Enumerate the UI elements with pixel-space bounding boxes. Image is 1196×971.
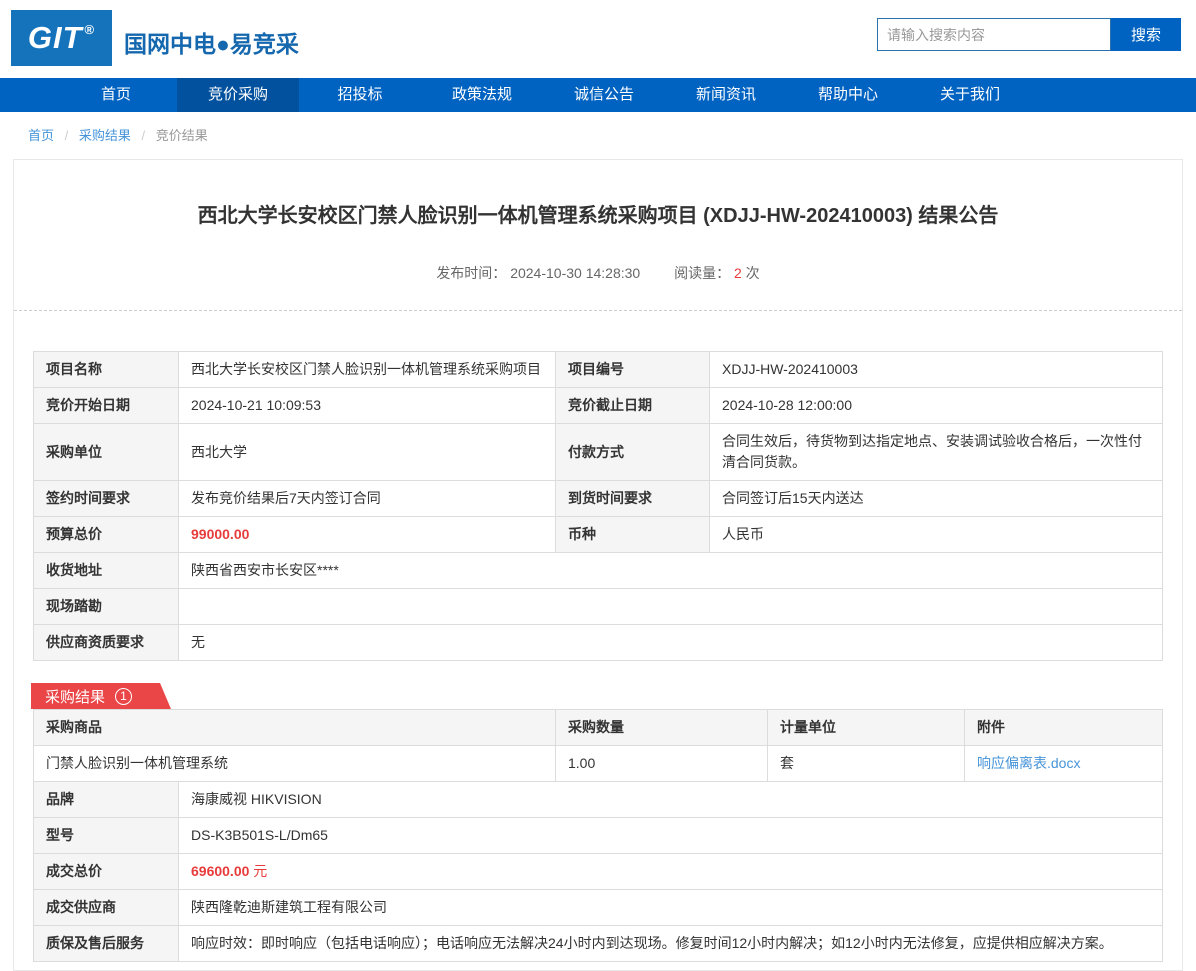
main-nav: 首页 竞价采购 招投标 政策法规 诚信公告 新闻资讯 帮助中心 关于我们 — [0, 78, 1196, 112]
table-row: 型号 DS-K3B501S-L/Dm65 — [34, 818, 1163, 854]
nav-item-about-us[interactable]: 关于我们 — [909, 78, 1031, 112]
info-label: 竞价开始日期 — [34, 388, 179, 424]
view-count-value: 2 — [734, 265, 742, 281]
table-row: 成交供应商 陕西隆乾迪斯建筑工程有限公司 — [34, 890, 1163, 926]
info-value: 海康威视 HIKVISION — [179, 782, 1163, 818]
info-label: 现场踏勘 — [34, 589, 179, 625]
info-label: 成交总价 — [34, 854, 179, 890]
info-label: 成交供应商 — [34, 890, 179, 926]
nav-item-tender[interactable]: 招投标 — [299, 78, 421, 112]
view-count-unit: 次 — [746, 265, 760, 281]
item-unit: 套 — [768, 746, 965, 782]
site-title: 国网中电●易竞采 — [124, 25, 299, 59]
publish-time-label: 发布时间： — [436, 265, 506, 281]
info-value: 无 — [179, 625, 1163, 661]
table-row: 收货地址 陕西省西安市长安区**** — [34, 553, 1163, 589]
info-value: 人民币 — [710, 517, 1163, 553]
info-label: 项目编号 — [556, 352, 710, 388]
info-label: 竞价截止日期 — [556, 388, 710, 424]
registered-mark-icon: ® — [85, 22, 96, 37]
site-header: GIT® 国网中电●易竞采 搜索 — [0, 0, 1196, 78]
dashed-divider — [14, 310, 1182, 311]
info-value: 发布竞价结果后7天内签订合同 — [179, 481, 556, 517]
breadcrumb-link-home[interactable]: 首页 — [28, 128, 54, 143]
info-value: 陕西隆乾迪斯建筑工程有限公司 — [179, 890, 1163, 926]
info-value — [179, 589, 1163, 625]
table-row: 预算总价 99000.00 币种 人民币 — [34, 517, 1163, 553]
info-value: 陕西省西安市长安区**** — [179, 553, 1163, 589]
info-label: 供应商资质要求 — [34, 625, 179, 661]
info-label: 币种 — [556, 517, 710, 553]
breadcrumb-separator: / — [65, 128, 69, 143]
article-meta: 发布时间： 2024-10-30 14:28:30 阅读量： 2 次 — [14, 263, 1182, 283]
nav-item-integrity-notice[interactable]: 诚信公告 — [543, 78, 665, 112]
nav-item-bidding-purchase[interactable]: 竞价采购 — [177, 78, 299, 112]
search-input[interactable] — [877, 18, 1111, 51]
info-value: 合同生效后，待货物到达指定地点、安装调试验收合格后，一次性付清合同货款。 — [710, 424, 1163, 481]
table-row: 竞价开始日期 2024-10-21 10:09:53 竞价截止日期 2024-1… — [34, 388, 1163, 424]
procurement-result-badge: 采购结果 1 — [31, 683, 171, 709]
column-header: 采购数量 — [556, 710, 768, 746]
badge-count: 1 — [115, 688, 132, 705]
info-value: DS-K3B501S-L/Dm65 — [179, 818, 1163, 854]
table-row: 供应商资质要求 无 — [34, 625, 1163, 661]
info-label: 付款方式 — [556, 424, 710, 481]
page-title: 西北大学长安校区门禁人脸识别一体机管理系统采购项目 (XDJJ-HW-20241… — [14, 202, 1182, 230]
info-value: 合同签订后15天内送达 — [710, 481, 1163, 517]
info-value: 西北大学长安校区门禁人脸识别一体机管理系统采购项目 — [179, 352, 556, 388]
publish-time-value: 2024-10-30 14:28:30 — [510, 265, 640, 281]
table-row: 成交总价 69600.00 元 — [34, 854, 1163, 890]
info-label: 质保及售后服务 — [34, 926, 179, 962]
search-box: 搜索 — [877, 18, 1181, 51]
column-header: 计量单位 — [768, 710, 965, 746]
item-name: 门禁人脸识别一体机管理系统 — [34, 746, 556, 782]
nav-item-news[interactable]: 新闻资讯 — [665, 78, 787, 112]
info-label: 项目名称 — [34, 352, 179, 388]
info-label: 采购单位 — [34, 424, 179, 481]
badge-label: 采购结果 — [45, 686, 105, 707]
info-label: 收货地址 — [34, 553, 179, 589]
info-label: 签约时间要求 — [34, 481, 179, 517]
table-row: 签约时间要求 发布竞价结果后7天内签订合同 到货时间要求 合同签订后15天内送达 — [34, 481, 1163, 517]
info-label: 型号 — [34, 818, 179, 854]
logo-text: GIT® — [28, 20, 95, 56]
deal-total-price: 69600.00 元 — [179, 854, 1163, 890]
attachment-link[interactable]: 响应偏离表.docx — [977, 755, 1080, 771]
breadcrumb-link-procurement-results[interactable]: 采购结果 — [79, 128, 131, 143]
info-value: 西北大学 — [179, 424, 556, 481]
column-header: 附件 — [965, 710, 1163, 746]
git-logo[interactable]: GIT® — [11, 10, 112, 66]
info-label: 到货时间要求 — [556, 481, 710, 517]
info-label: 品牌 — [34, 782, 179, 818]
result-table: 采购商品 采购数量 计量单位 附件 门禁人脸识别一体机管理系统 1.00 套 响… — [33, 709, 1163, 962]
breadcrumb: 首页 / 采购结果 / 竞价结果 — [0, 112, 1196, 156]
info-value: 响应时效：即时响应（包括电话响应）；电话响应无法解决24小时内到达现场。修复时间… — [179, 926, 1163, 962]
table-row: 质保及售后服务 响应时效：即时响应（包括电话响应）；电话响应无法解决24小时内到… — [34, 926, 1163, 962]
view-count-label: 阅读量： — [674, 265, 730, 281]
info-label: 预算总价 — [34, 517, 179, 553]
nav-item-policy[interactable]: 政策法规 — [421, 78, 543, 112]
table-header-row: 采购商品 采购数量 计量单位 附件 — [34, 710, 1163, 746]
item-quantity: 1.00 — [556, 746, 768, 782]
table-row: 品牌 海康威视 HIKVISION — [34, 782, 1163, 818]
info-value: 2024-10-28 12:00:00 — [710, 388, 1163, 424]
table-row: 采购单位 西北大学 付款方式 合同生效后，待货物到达指定地点、安装调试验收合格后… — [34, 424, 1163, 481]
column-header: 采购商品 — [34, 710, 556, 746]
info-value: XDJJ-HW-202410003 — [710, 352, 1163, 388]
nav-item-home[interactable]: 首页 — [55, 78, 177, 112]
breadcrumb-separator: / — [142, 128, 146, 143]
content-card: 西北大学长安校区门禁人脸识别一体机管理系统采购项目 (XDJJ-HW-20241… — [13, 159, 1183, 971]
search-button[interactable]: 搜索 — [1111, 18, 1181, 51]
table-row: 现场踏勘 — [34, 589, 1163, 625]
info-value: 2024-10-21 10:09:53 — [179, 388, 556, 424]
table-row: 门禁人脸识别一体机管理系统 1.00 套 响应偏离表.docx — [34, 746, 1163, 782]
item-attachment: 响应偏离表.docx — [965, 746, 1163, 782]
project-info-table: 项目名称 西北大学长安校区门禁人脸识别一体机管理系统采购项目 项目编号 XDJJ… — [33, 351, 1163, 661]
table-row: 项目名称 西北大学长安校区门禁人脸识别一体机管理系统采购项目 项目编号 XDJJ… — [34, 352, 1163, 388]
budget-total-price: 99000.00 — [179, 517, 556, 553]
nav-item-help-center[interactable]: 帮助中心 — [787, 78, 909, 112]
breadcrumb-current: 竞价结果 — [156, 128, 208, 143]
